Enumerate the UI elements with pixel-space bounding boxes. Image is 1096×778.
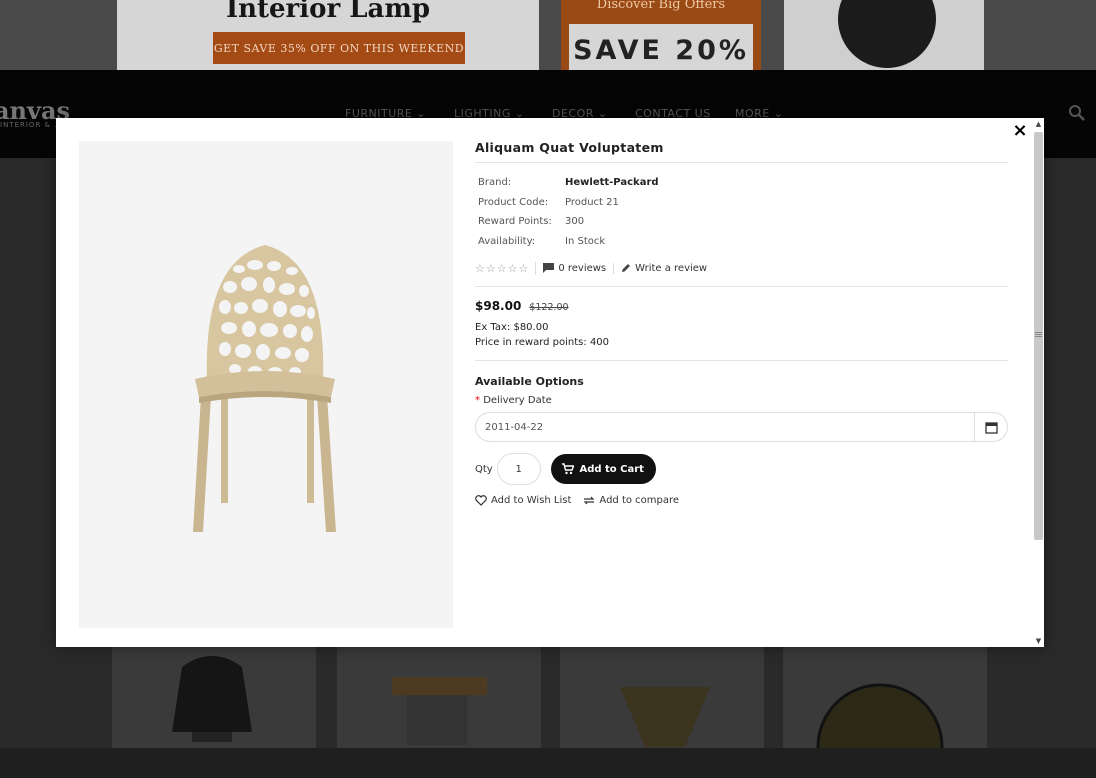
compare-icon	[583, 496, 595, 505]
site-logo-tagline: INTERIOR & ...	[0, 121, 64, 129]
qty-row: Qty Add to Cart	[475, 453, 1008, 485]
decor-thumbnail-icon	[620, 687, 710, 747]
rating-row: ☆☆☆☆☆ 0 reviews Write a review	[475, 260, 1008, 276]
search-icon[interactable]	[1068, 104, 1086, 122]
banner-lamp-image[interactable]	[784, 0, 984, 70]
add-to-cart-label: Add to Cart	[579, 463, 644, 475]
product-tile[interactable]	[337, 647, 541, 748]
product-image[interactable]	[79, 141, 453, 628]
chair-thumbnail-icon	[172, 656, 252, 742]
spec-label: Reward Points:	[478, 216, 552, 227]
options-title: Available Options	[475, 375, 584, 388]
delivery-date-label: * Delivery Date	[475, 395, 1008, 406]
lamp-thumbnail-icon	[816, 683, 944, 778]
spec-row-availability: Availability: In Stock	[475, 236, 1008, 256]
add-to-cart-button[interactable]: Add to Cart	[550, 454, 656, 484]
scroll-down-arrow-icon[interactable]: ▼	[1034, 637, 1043, 646]
required-marker: *	[475, 395, 480, 406]
scrollbar-thumb[interactable]	[1034, 132, 1043, 540]
delivery-date-group	[475, 412, 1008, 442]
product-info: Aliquam Quat Voluptatem Brand: Hewlett-P…	[475, 140, 1008, 506]
ex-tax: Ex Tax: $80.00	[475, 322, 549, 333]
qty-label: Qty	[475, 463, 493, 475]
calendar-button[interactable]	[974, 412, 1008, 442]
price-row: $98.00 $122.00	[475, 299, 1008, 313]
banner-cta-button[interactable]: GET SAVE 35% OFF ON THIS WEEKEND	[213, 32, 465, 64]
spec-row-reward-points: Reward Points: 300	[475, 216, 1008, 236]
wishlist-label: Add to Wish List	[491, 495, 572, 506]
current-price: $98.00	[475, 299, 522, 313]
spec-label: Product Code:	[478, 196, 549, 208]
modal-scrollbar[interactable]: ▲ ▼	[1031, 120, 1044, 646]
table-thumbnail-icon	[392, 677, 487, 745]
banner-offer[interactable]: Discover Big Offers SAVE 20%	[561, 0, 761, 70]
spec-label: Availability:	[478, 235, 536, 247]
divider	[475, 162, 1008, 163]
quickview-modal: × ▲ ▼ Aliquam Quat Voluptatem Brand: Hew…	[56, 118, 1044, 647]
scroll-up-arrow-icon[interactable]: ▲	[1034, 120, 1043, 129]
top-banner: Interior Lamp GET SAVE 35% OFF ON THIS W…	[0, 0, 1096, 70]
spec-value: In Stock	[565, 235, 606, 247]
spec-value: 300	[565, 216, 585, 227]
reward-price: Price in reward points: 400	[475, 337, 610, 348]
banner-offer-text: SAVE 20%	[569, 24, 753, 70]
banner-interior-lamp[interactable]: Interior Lamp GET SAVE 35% OFF ON THIS W…	[117, 0, 539, 70]
lamp-image	[838, 0, 936, 68]
pencil-icon	[622, 264, 631, 272]
add-to-compare-link[interactable]: Add to compare	[583, 495, 679, 506]
chair-image	[193, 245, 336, 532]
comment-icon	[543, 263, 555, 273]
banner-title: Interior Lamp	[225, 0, 431, 24]
action-links: Add to Wish List Add to compare	[475, 495, 1008, 506]
close-button[interactable]: ×	[1010, 121, 1030, 141]
spec-row-brand: Brand: Hewlett-Packard	[475, 177, 1008, 197]
spec-value: Product 21	[565, 196, 619, 208]
page-footer-strip	[0, 748, 1096, 778]
star-rating: ☆☆☆☆☆	[475, 261, 537, 275]
product-specs: Brand: Hewlett-Packard Product Code: Pro…	[475, 177, 1008, 255]
banner-offer-subtitle: Discover Big Offers	[596, 0, 726, 12]
scrollbar-grip-icon	[1035, 332, 1042, 333]
product-tile[interactable]	[783, 647, 987, 778]
qty-input[interactable]	[496, 453, 541, 485]
delivery-date-input[interactable]	[475, 412, 974, 442]
heart-icon	[475, 495, 487, 506]
write-review-label: Write a review	[635, 262, 708, 274]
product-tile[interactable]	[560, 647, 764, 748]
brand-link[interactable]: Hewlett-Packard	[565, 177, 659, 197]
product-tile[interactable]	[112, 647, 316, 748]
product-title: Aliquam Quat Voluptatem	[475, 140, 664, 155]
add-to-wishlist-link[interactable]: Add to Wish List	[475, 495, 571, 506]
cart-icon	[562, 463, 575, 475]
old-price: $122.00	[529, 302, 569, 313]
compare-label: Add to compare	[599, 495, 680, 506]
calendar-icon	[984, 421, 998, 434]
reviews-count: 0 reviews	[558, 262, 607, 274]
divider	[475, 360, 1008, 361]
write-review-link[interactable]: Write a review	[621, 263, 707, 274]
divider	[475, 286, 1008, 287]
spec-label: Brand:	[478, 177, 512, 188]
spec-row-product-code: Product Code: Product 21	[475, 197, 1008, 217]
delivery-date-text: Delivery Date	[483, 395, 552, 406]
reviews-link[interactable]: 0 reviews	[543, 262, 615, 274]
